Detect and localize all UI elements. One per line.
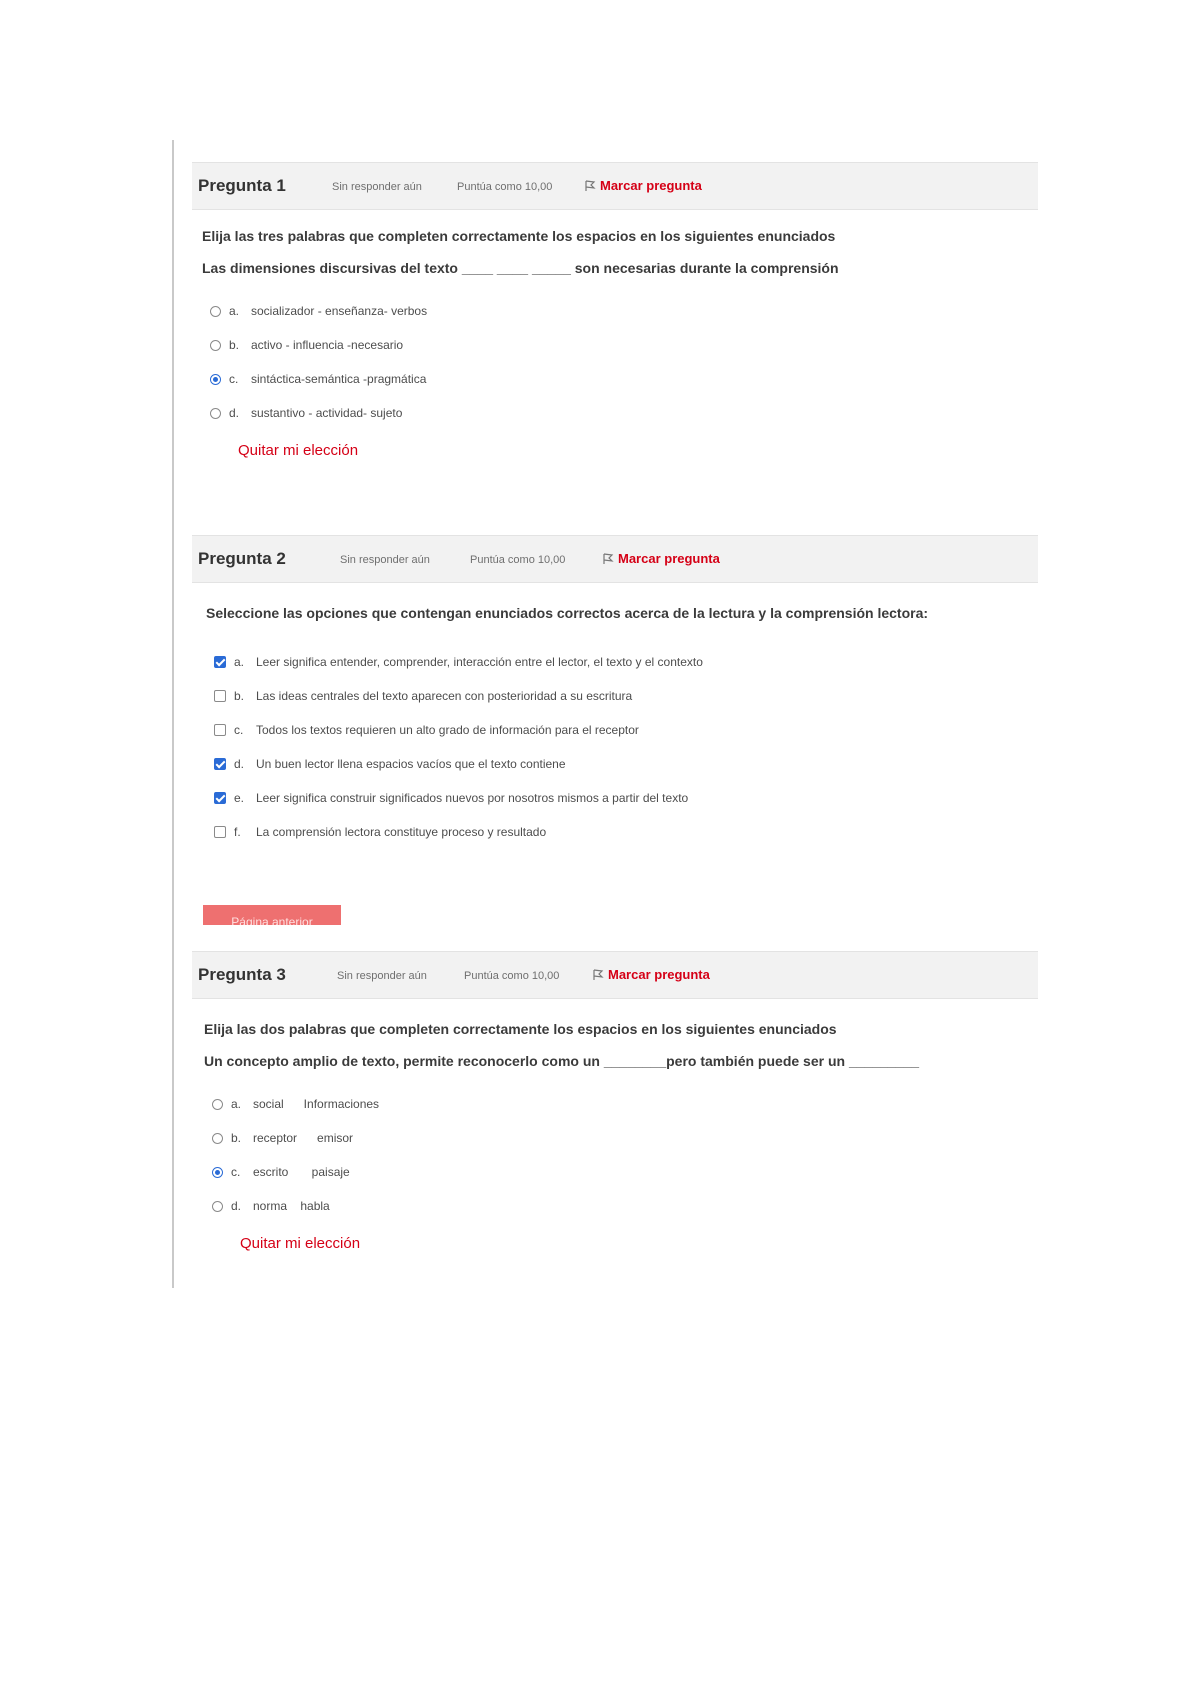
- checkbox-checked[interactable]: [214, 792, 226, 804]
- answer-option[interactable]: d. Un buen lector llena espacios vacíos q…: [214, 747, 1038, 781]
- page-left-rule: [172, 140, 174, 1288]
- question-2-title: Pregunta 2: [198, 549, 286, 568]
- checkbox[interactable]: [214, 724, 226, 736]
- question-2-header: Pregunta 2 Sin responder aún Puntúa como…: [192, 535, 1038, 583]
- radio-button[interactable]: [212, 1200, 223, 1212]
- question-2-flag-button[interactable]: Marcar pregunta: [602, 551, 720, 566]
- question-1-header: Pregunta 1 Sin responder aún Puntúa como…: [192, 162, 1038, 210]
- question-3-answers: a. social Informaciones b. receptor emisor…: [204, 1087, 1038, 1223]
- question-3-title: Pregunta 3: [198, 965, 286, 984]
- answer-option[interactable]: e. Leer significa construir significados …: [214, 781, 1038, 815]
- answer-option[interactable]: c. Todos los textos requieren un alto gra…: [214, 713, 1038, 747]
- radio-button[interactable]: [212, 1132, 223, 1144]
- answer-option[interactable]: b. Las ideas centrales del texto aparecen…: [214, 679, 1038, 713]
- question-1-prompt: Elija las tres palabras que completen co…: [202, 228, 836, 244]
- question-2-status: Sin responder aún: [340, 554, 430, 566]
- answer-option[interactable]: b. activo - influencia -necesario: [210, 328, 1038, 362]
- question-1-score: Puntúa como 10,00: [457, 181, 553, 193]
- question-1-statement: Las dimensiones discursivas del texto __…: [202, 260, 839, 276]
- question-3-status: Sin responder aún: [337, 970, 427, 982]
- answer-option[interactable]: d. norma habla: [212, 1189, 1038, 1223]
- question-1-flag-button[interactable]: Marcar pregunta: [584, 178, 702, 193]
- answer-option[interactable]: a. social Informaciones: [212, 1087, 1038, 1121]
- question-3-flag-button[interactable]: Marcar pregunta: [592, 967, 710, 982]
- question-3-header: Pregunta 3 Sin responder aún Puntúa como…: [192, 951, 1038, 999]
- clear-choice-link[interactable]: Quitar mi elección: [204, 1235, 1038, 1252]
- clear-choice-link[interactable]: Quitar mi elección: [202, 442, 1038, 459]
- question-2: Pregunta 2 Sin responder aún Puntúa como…: [192, 535, 1038, 849]
- radio-button-selected[interactable]: [212, 1166, 223, 1178]
- answer-option[interactable]: f. La comprensión lectora constituye proc…: [214, 815, 1038, 849]
- answer-option[interactable]: d. sustantivo - actividad- sujeto: [210, 396, 1038, 430]
- radio-button[interactable]: [212, 1098, 223, 1110]
- question-2-flag-label: Marcar pregunta: [618, 551, 720, 566]
- checkbox-checked[interactable]: [214, 656, 226, 668]
- question-1-title: Pregunta 1: [198, 176, 286, 195]
- radio-button[interactable]: [210, 305, 221, 317]
- flag-icon: [603, 552, 614, 564]
- checkbox-checked[interactable]: [214, 758, 226, 770]
- question-3-flag-label: Marcar pregunta: [608, 967, 710, 982]
- previous-page-button[interactable]: Página anterior: [203, 905, 341, 925]
- question-1: Pregunta 1 Sin responder aún Puntúa como…: [192, 162, 1038, 459]
- radio-button-selected[interactable]: [210, 373, 221, 385]
- answer-option[interactable]: b. receptor emisor: [212, 1121, 1038, 1155]
- answer-option[interactable]: c. sintáctica-semántica -pragmática: [210, 362, 1038, 396]
- flag-icon: [585, 179, 596, 191]
- radio-button[interactable]: [210, 339, 221, 351]
- question-3-statement: Un concepto amplio de texto, permite rec…: [204, 1053, 920, 1069]
- question-3-score: Puntúa como 10,00: [464, 970, 560, 982]
- question-1-status: Sin responder aún: [332, 181, 422, 193]
- question-2-answers: a. Leer significa entender, comprender, i…: [206, 645, 1038, 849]
- question-3: Pregunta 3 Sin responder aún Puntúa como…: [192, 951, 1038, 1252]
- answer-option[interactable]: c. escrito paisaje: [212, 1155, 1038, 1189]
- question-1-flag-label: Marcar pregunta: [600, 178, 702, 193]
- answer-option[interactable]: a. Leer significa entender, comprender, i…: [214, 645, 1038, 679]
- flag-icon: [593, 968, 604, 980]
- checkbox[interactable]: [214, 826, 226, 838]
- question-2-prompt: Seleccione las opciones que contengan en…: [206, 605, 929, 621]
- question-2-score: Puntúa como 10,00: [470, 554, 566, 566]
- question-1-answers: a. socializador - enseñanza- verbos b. act…: [202, 294, 1038, 430]
- question-3-prompt: Elija las dos palabras que completen cor…: [204, 1021, 837, 1037]
- checkbox[interactable]: [214, 690, 226, 702]
- radio-button[interactable]: [210, 407, 221, 419]
- answer-option[interactable]: a. socializador - enseñanza- verbos: [210, 294, 1038, 328]
